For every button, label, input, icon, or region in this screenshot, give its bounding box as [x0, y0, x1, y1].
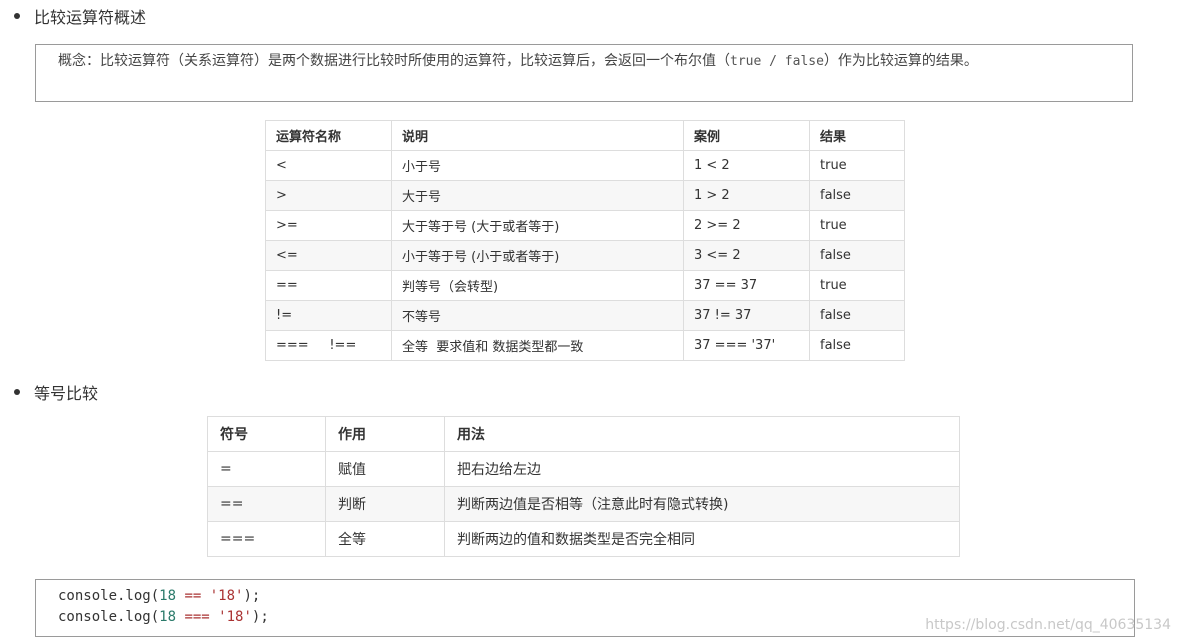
- table-cell: 37 === '37': [683, 330, 810, 361]
- table-row: > 大于号 1 > 2 false: [265, 180, 905, 211]
- code-end: );: [251, 609, 269, 625]
- concept-lead: 概念：比较运算符（关系运算符）是两个数据进行比较时所使用的运算符，比较运算后，会…: [58, 53, 730, 69]
- header-cell: 案例: [683, 120, 810, 151]
- code-operator: ==: [176, 588, 210, 604]
- table-row: === 全等 判断两边的值和数据类型是否完全相同: [207, 521, 960, 557]
- bullet-dot: [14, 389, 20, 395]
- table-cell: 大于号: [391, 180, 684, 211]
- table-cell: false: [809, 330, 905, 361]
- header-cell: 说明: [391, 120, 684, 151]
- code-string: '18': [218, 609, 252, 625]
- header-cell: 符号: [207, 416, 326, 452]
- table-cell: >: [265, 180, 392, 211]
- bullet-dot: [14, 13, 20, 19]
- table-cell: <=: [265, 240, 392, 271]
- table-cell: 判断: [325, 486, 445, 522]
- table-cell: true: [809, 270, 905, 301]
- table-cell: 判等号（会转型): [391, 270, 684, 301]
- table-cell: >=: [265, 210, 392, 241]
- table-cell: === !==: [265, 330, 392, 361]
- table-row: >= 大于等于号 (大于或者等于) 2 >= 2 true: [265, 210, 905, 241]
- table-cell: !=: [265, 300, 392, 331]
- table-row: = 赋值 把右边给左边: [207, 451, 960, 487]
- operators-table: 运算符名称 说明 案例 结果 < 小于号 1 < 2 true > 大于号 1 …: [265, 120, 905, 361]
- table-row: != 不等号 37 != 37 false: [265, 300, 905, 331]
- header-cell: 运算符名称: [265, 120, 392, 151]
- code-line: console.log(18 == '18');: [58, 586, 1112, 607]
- table-cell: ==: [265, 270, 392, 301]
- table-row: == 判等号（会转型) 37 == 37 true: [265, 270, 905, 301]
- code-number: 18: [159, 609, 177, 625]
- header-cell: 结果: [809, 120, 905, 151]
- table-cell: 全等 要求值和 数据类型都一致: [391, 330, 684, 361]
- table-cell: 判断两边值是否相等（注意此时有隐式转换): [444, 486, 960, 522]
- header-cell: 用法: [444, 416, 960, 452]
- table-cell: <: [265, 150, 392, 181]
- table-cell: 赋值: [325, 451, 445, 487]
- table-cell: false: [809, 240, 905, 271]
- code-fn: console.log(: [58, 609, 160, 625]
- code-end: );: [243, 588, 261, 604]
- table-cell: false: [809, 180, 905, 211]
- section-title: 等号比较: [34, 384, 99, 403]
- table-row: == 判断 判断两边值是否相等（注意此时有隐式转换): [207, 486, 960, 522]
- header-cell: 作用: [325, 416, 445, 452]
- table-cell: =: [207, 451, 326, 487]
- table-row: <= 小于等于号 (小于或者等于) 3 <= 2 false: [265, 240, 905, 271]
- table-cell: 大于等于号 (大于或者等于): [391, 210, 684, 241]
- code-string: '18': [209, 588, 244, 604]
- table-cell: 不等号: [391, 300, 684, 331]
- table-cell: 小于等于号 (小于或者等于): [391, 240, 684, 271]
- table-cell: 全等: [325, 521, 445, 557]
- concept-blockquote: 概念：比较运算符（关系运算符）是两个数据进行比较时所使用的运算符，比较运算后，会…: [35, 44, 1133, 102]
- table-header-row: 运算符名称 说明 案例 结果: [265, 120, 905, 151]
- table-cell: 1 < 2: [683, 150, 810, 181]
- section-title: 比较运算符概述: [34, 8, 147, 27]
- equality-table: 符号 作用 用法 = 赋值 把右边给左边 == 判断 判断两边值是否相等（注意此…: [207, 416, 960, 557]
- table-cell: 1 > 2: [683, 180, 810, 211]
- table-cell: 判断两边的值和数据类型是否完全相同: [444, 521, 960, 557]
- table-cell: 37 == 37: [683, 270, 810, 301]
- code-number: 18: [159, 588, 177, 604]
- table-cell: ===: [207, 521, 326, 557]
- table-row: === !== 全等 要求值和 数据类型都一致 37 === '37' fals…: [265, 330, 905, 361]
- concept-text: 概念：比较运算符（关系运算符）是两个数据进行比较时所使用的运算符，比较运算后，会…: [36, 45, 1132, 78]
- table-cell: true: [809, 210, 905, 241]
- section-heading-comparison: 比较运算符概述: [14, 4, 146, 28]
- table-cell: 小于号: [391, 150, 684, 181]
- watermark: https://blog.csdn.net/qq_40635134: [925, 617, 1171, 633]
- concept-tail: ）作为比较运算的结果。: [823, 53, 978, 69]
- section-heading-equality: 等号比较: [14, 380, 98, 404]
- table-row: < 小于号 1 < 2 true: [265, 150, 905, 181]
- table-header-row: 符号 作用 用法: [207, 416, 960, 452]
- table-cell: ==: [207, 486, 326, 522]
- code-fn: console.log(: [58, 588, 160, 604]
- table-cell: 37 != 37: [683, 300, 810, 331]
- table-cell: false: [809, 300, 905, 331]
- table-cell: 2 >= 2: [683, 210, 810, 241]
- code-operator: ===: [176, 609, 219, 625]
- table-cell: 3 <= 2: [683, 240, 810, 271]
- concept-code: true / false: [730, 54, 824, 69]
- table-cell: 把右边给左边: [444, 451, 960, 487]
- table-cell: true: [809, 150, 905, 181]
